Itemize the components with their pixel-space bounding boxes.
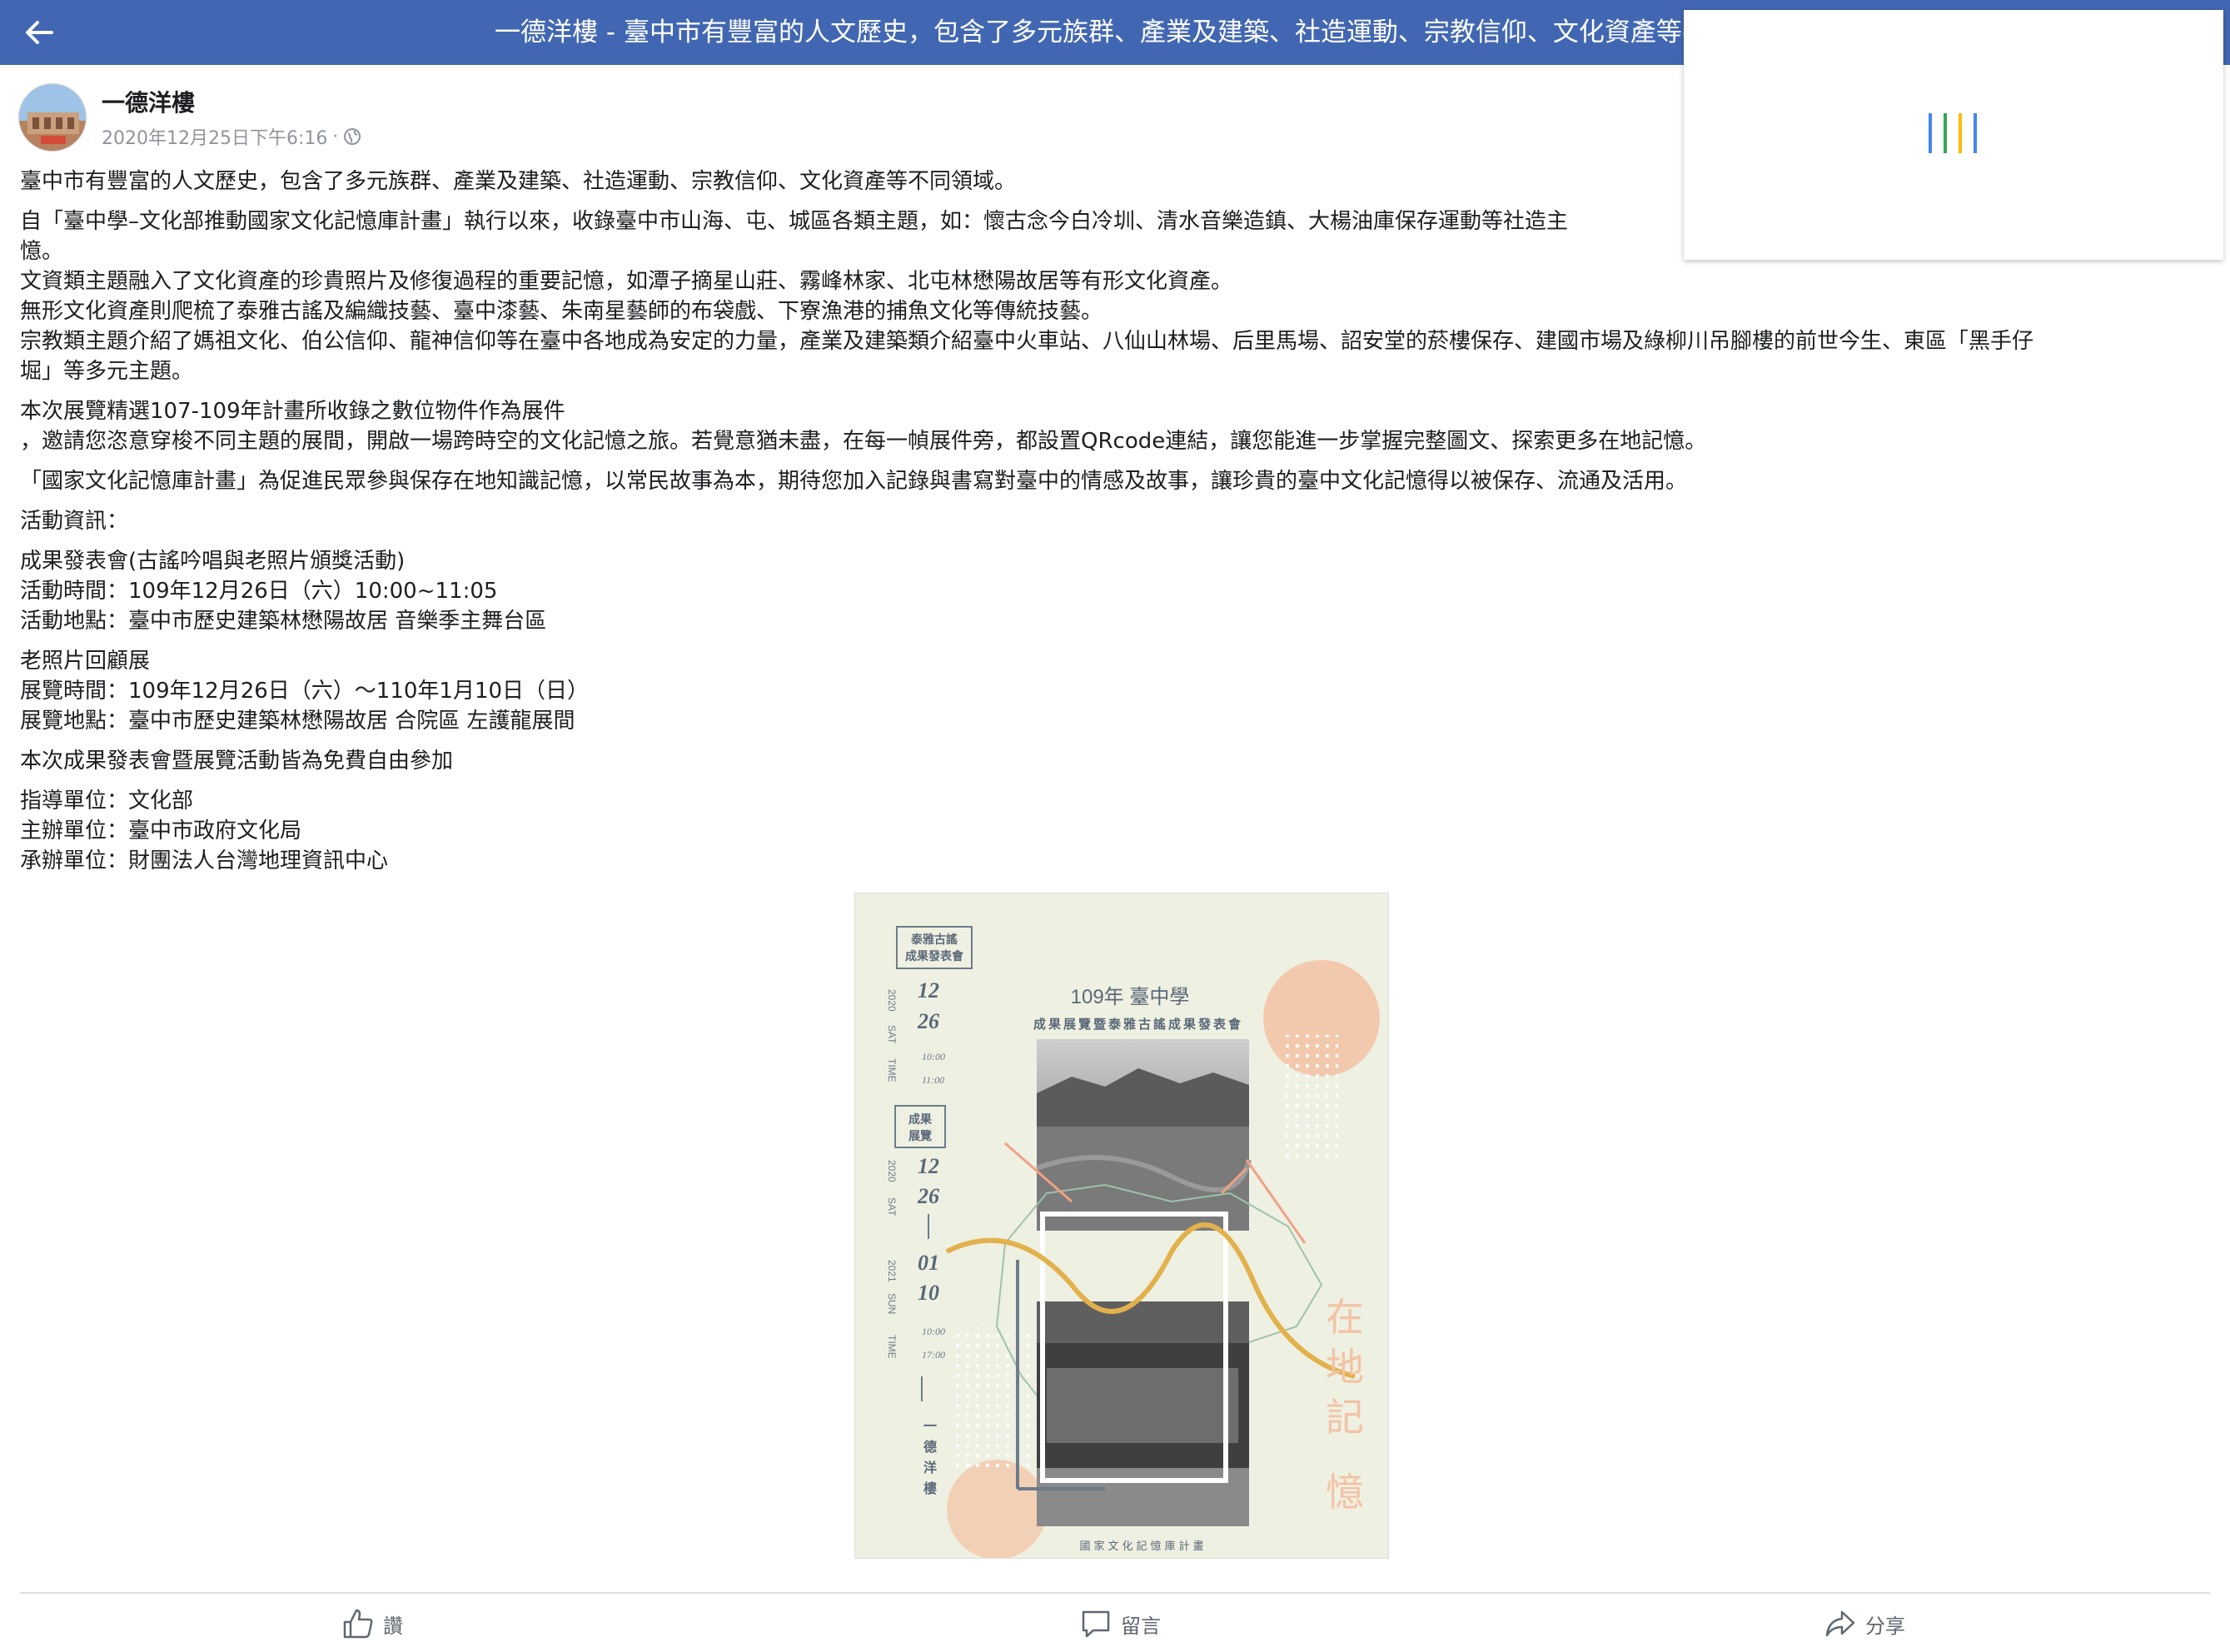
svg-text:樓: 樓 bbox=[923, 1480, 937, 1496]
paragraph: 老照片回顧展 bbox=[20, 649, 151, 674]
back-button[interactable] bbox=[18, 12, 60, 53]
paragraph: ，邀請您恣意穿梭不同主題的展間，開啟一場跨時空的文化記憶之旅。若覺意猶未盡，在每… bbox=[20, 429, 1707, 454]
paragraph: 文資類主題融入了文化資產的珍貴照片及修復過程的重要記憶，如潭子摘星山莊、霧峰林家… bbox=[20, 269, 1233, 294]
thumbs-up-icon bbox=[343, 1609, 373, 1639]
svg-text:SAT: SAT bbox=[886, 1025, 898, 1044]
svg-text:成果發表會: 成果發表會 bbox=[905, 949, 964, 963]
comment-icon bbox=[1082, 1610, 1110, 1638]
svg-text:12: 12 bbox=[918, 1154, 939, 1178]
event-poster-image[interactable]: 泰雅古謠 成果發表會 2020 12 26 SAT TIME 10:00 11:… bbox=[854, 893, 1389, 1559]
post-text: 臺中市有豐富的人文歷史，包含了多元族群、產業及建築、社造運動、宗教信仰、文化資產… bbox=[20, 167, 2202, 876]
svg-text:一: 一 bbox=[923, 1420, 937, 1434]
share-label: 分享 bbox=[1865, 1614, 1905, 1638]
comment-label: 留言 bbox=[1121, 1614, 1161, 1638]
paragraph: 本次展覽精選107-109年計畫所收錄之數位物件作為展件 bbox=[20, 399, 565, 424]
svg-text:展覽: 展覽 bbox=[908, 1129, 932, 1142]
svg-text:11:00: 11:00 bbox=[922, 1074, 944, 1086]
comment-button[interactable]: 留言 bbox=[1079, 1604, 1161, 1644]
svg-text:2021: 2021 bbox=[886, 1260, 898, 1282]
loading-spinner-icon bbox=[1929, 113, 1977, 153]
svg-text:26: 26 bbox=[917, 1009, 939, 1033]
paragraph: 指導單位：文化部 bbox=[20, 789, 194, 814]
paragraph: 成果發表會(古謠吟唱與老照片頒獎活動) bbox=[20, 549, 406, 574]
share-icon bbox=[1825, 1610, 1855, 1637]
svg-text:109年 臺中學: 109年 臺中學 bbox=[1071, 986, 1190, 1008]
paragraph: 主辦單位：臺中市政府文化局 bbox=[20, 819, 302, 843]
svg-text:德: 德 bbox=[923, 1439, 937, 1455]
paragraph: 無形文化資產則爬梳了泰雅古謠及編織技藝、臺中漆藝、朱南星藝師的布袋戲、下寮漁港的… bbox=[20, 299, 1103, 324]
paragraph: 活動資訊： bbox=[20, 509, 129, 534]
svg-text:SAT: SAT bbox=[886, 1197, 898, 1217]
post-timestamp[interactable]: 2020年12月25日下午6:16 bbox=[102, 123, 327, 150]
svg-text:憶: 憶 bbox=[1326, 1471, 1364, 1514]
share-button[interactable]: 分享 bbox=[1824, 1604, 1905, 1644]
svg-text:記: 記 bbox=[1326, 1396, 1364, 1439]
paragraph: 宗教類主題介紹了媽祖文化、伯公信仰、龍神信仰等在臺中各地成為安定的力量，產業及建… bbox=[20, 329, 2034, 354]
meta-separator: · bbox=[332, 126, 339, 147]
svg-text:TIME: TIME bbox=[886, 1058, 898, 1082]
svg-text:10:00: 10:00 bbox=[922, 1051, 945, 1062]
svg-text:成果: 成果 bbox=[908, 1112, 933, 1126]
svg-text:26: 26 bbox=[917, 1184, 939, 1208]
svg-text:泰雅古謠: 泰雅古謠 bbox=[910, 933, 958, 946]
paragraph: 「國家文化記憶庫計畫」為促進民眾參與保存在地知識記憶，以常民故事為本，期待您加入… bbox=[20, 469, 1688, 494]
svg-text:國家文化記憶庫計畫: 國家文化記憶庫計畫 bbox=[1079, 1540, 1207, 1552]
paragraph: 活動時間：109年12月26日（六）10:00~11:05 bbox=[20, 579, 498, 604]
like-label: 讚 bbox=[383, 1614, 403, 1638]
svg-text:01: 01 bbox=[918, 1251, 939, 1275]
avatar[interactable] bbox=[18, 83, 87, 152]
paragraph: 展覽時間：109年12月26日（六）～110年1月10日（日） bbox=[20, 679, 590, 704]
paragraph: 承辦單位：財團法人台灣地理資訊中心 bbox=[20, 848, 389, 873]
svg-text:2020: 2020 bbox=[886, 989, 898, 1012]
svg-text:10:00: 10:00 bbox=[922, 1326, 945, 1337]
loading-panel bbox=[1684, 10, 2223, 260]
svg-text:12: 12 bbox=[918, 978, 939, 1003]
author-name[interactable]: 一德洋樓 bbox=[102, 85, 361, 118]
svg-text:TIME: TIME bbox=[886, 1335, 898, 1359]
svg-text:2020: 2020 bbox=[886, 1160, 898, 1182]
svg-text:SUN: SUN bbox=[886, 1293, 898, 1314]
action-bar: 讚 留言 分享 bbox=[0, 1594, 2230, 1652]
globe-icon bbox=[344, 128, 361, 145]
svg-text:10: 10 bbox=[918, 1281, 939, 1305]
svg-text:在: 在 bbox=[1326, 1296, 1364, 1339]
post-meta: 2020年12月25日下午6:16 · bbox=[102, 123, 361, 150]
svg-text:洋: 洋 bbox=[923, 1460, 937, 1475]
like-button[interactable]: 讚 bbox=[341, 1604, 403, 1644]
svg-text:成果展覽暨泰雅古謠成果發表會: 成果展覽暨泰雅古謠成果發表會 bbox=[1033, 1017, 1243, 1032]
svg-text:17:00: 17:00 bbox=[922, 1349, 945, 1361]
svg-text:地: 地 bbox=[1326, 1346, 1364, 1389]
paragraph: 堀」等多元主題。 bbox=[20, 359, 194, 384]
paragraph: 活動地點：臺中市歷史建築林懋陽故居 音樂季主舞台區 bbox=[20, 609, 547, 634]
arrow-left-icon bbox=[26, 21, 53, 44]
paragraph: 本次成果發表會暨展覽活動皆為免費自由參加 bbox=[20, 749, 454, 774]
post-header: 一德洋樓 2020年12月25日下午6:16 · bbox=[18, 82, 361, 153]
paragraph: 展覽地點：臺中市歷史建築林懋陽故居 合院區 左護龍展間 bbox=[20, 709, 575, 734]
